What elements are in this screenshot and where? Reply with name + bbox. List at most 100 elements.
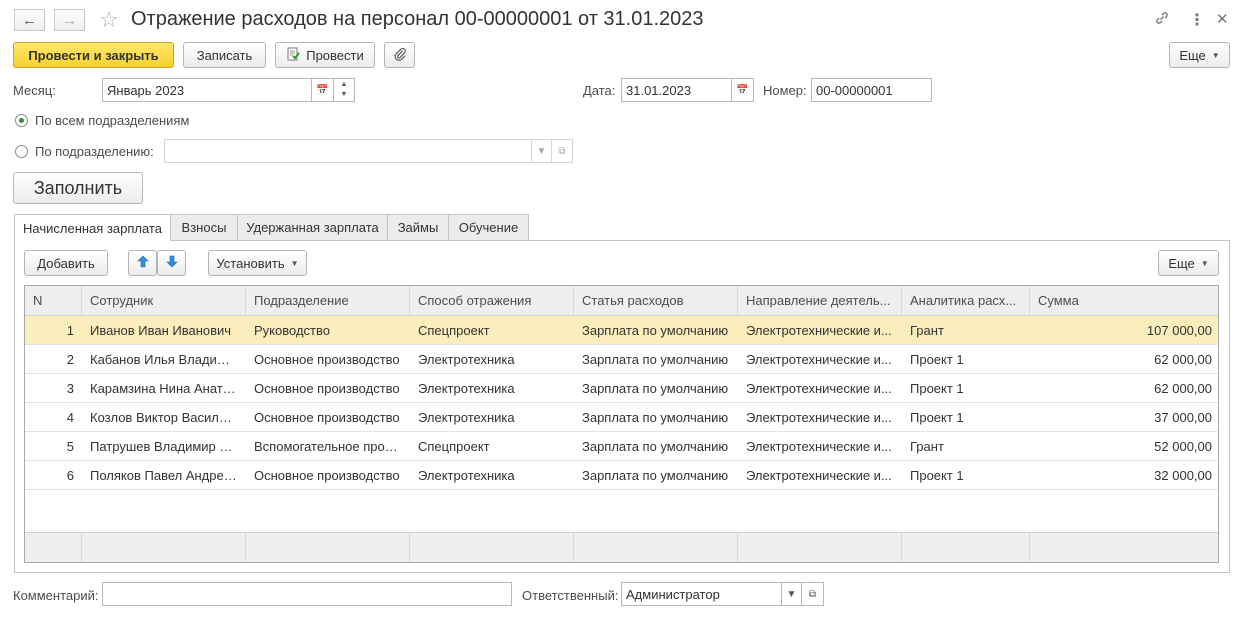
chevron-down-icon: ▼ [786,588,797,600]
cell-employee: Патрушев Владимир Петрович [90,439,246,454]
more-button[interactable]: Еще ▼ [1169,42,1230,68]
arrow-up-icon [136,255,149,271]
arrow-left-icon: ← [22,11,37,29]
forward-button[interactable]: → [54,9,85,31]
cell-amount: 62 000,00 [1154,352,1212,367]
cell-employee: Козлов Виктор Васильевич [90,410,246,425]
tab-accrued-salary[interactable]: Начисленная зарплата [14,214,171,241]
table-row[interactable]: 1 Иванов Иван Иванович Руководство Спецпрое… [25,316,1218,345]
chevron-down-icon: ▼ [536,145,547,157]
cell-reflection-method: Электротехника [418,410,515,425]
chevron-down-icon: ▼ [1211,50,1220,60]
more-button-label: Еще [1179,47,1206,63]
cell-amount: 32 000,00 [1154,468,1212,483]
fill-button[interactable]: Заполнить [13,172,143,204]
column-header-expense-analytics[interactable]: Аналитика расх... [902,286,1030,316]
date-label: Дата: [583,83,616,98]
month-input[interactable]: Январь 2023 [102,78,312,102]
table-row[interactable]: 2 Кабанов Илья Владимирович Основное произ… [25,345,1218,374]
post-button[interactable]: Провести [275,42,375,68]
month-stepper[interactable]: ▲ ▼ [333,78,355,102]
table-row[interactable]: 4 Козлов Виктор Васильевич Основное произв… [25,403,1218,432]
table-row[interactable]: 5 Патрушев Владимир Петрович Вспомогательн… [25,432,1218,461]
cell-department: Вспомогательное производство [254,439,410,454]
cell-reflection-method: Электротехника [418,468,515,483]
department-input[interactable] [164,139,532,163]
cell-department: Основное производство [254,468,400,483]
chevron-up-icon: ▲ [340,81,348,88]
tab-contributions[interactable]: Взносы [170,214,238,240]
cell-expense-analytics: Проект 1 [910,410,964,425]
cell-reflection-method: Спецпроект [418,323,490,338]
department-dropdown-button[interactable]: ▼ [531,139,552,163]
cell-activity-direction: Электротехнические и... [746,323,892,338]
back-button[interactable]: ← [14,9,45,31]
move-up-button[interactable] [128,250,157,276]
column-header-employee[interactable]: Сотрудник [82,286,246,316]
responsible-label: Ответственный: [522,588,619,603]
close-icon[interactable]: ✕ [1216,10,1229,28]
cell-department: Основное производство [254,410,400,425]
responsible-open-button[interactable]: ⧉ [801,582,824,606]
comment-input[interactable] [102,582,512,606]
post-button-label: Провести [306,47,364,63]
table-header: N Сотрудник Подразделение Способ отражен… [25,286,1218,316]
cell-expense-item: Зарплата по умолчанию [582,381,729,396]
radio-by-department[interactable] [15,145,28,158]
tab-training[interactable]: Обучение [448,214,529,240]
cell-employee: Кабанов Илья Владимирович [90,352,246,367]
open-form-icon: ⧉ [808,588,817,600]
cell-expense-item: Зарплата по умолчанию [582,468,729,483]
date-input[interactable]: 31.01.2023 [621,78,732,102]
column-header-n[interactable]: N [25,286,82,316]
radio-by-department-label: По подразделению: [35,144,154,159]
responsible-input[interactable]: Администратор [621,582,782,606]
cell-department: Руководство [254,323,330,338]
set-button-label: Установить [216,255,285,271]
column-header-activity-direction[interactable]: Направление деятель... [738,286,902,316]
column-header-amount[interactable]: Сумма [1030,286,1218,316]
chevron-down-icon: ▼ [1200,258,1209,268]
date-calendar-button[interactable]: 📅 [731,78,754,102]
set-button[interactable]: Установить ▼ [208,250,307,276]
add-row-button[interactable]: Добавить [24,250,108,276]
cell-activity-direction: Электротехнические и... [746,381,892,396]
tab-loans[interactable]: Займы [387,214,449,240]
post-document-icon [286,47,301,64]
cell-activity-direction: Электротехнические и... [746,468,892,483]
tab-withheld-salary[interactable]: Удержанная зарплата [237,214,388,240]
table-row[interactable]: 3 Карамзина Нина Анатольевна Основное прои… [25,374,1218,403]
cell-reflection-method: Электротехника [418,352,515,367]
month-calendar-button[interactable]: 📅 [311,78,334,102]
cell-n: 1 [66,323,74,338]
column-header-department[interactable]: Подразделение [246,286,410,316]
cell-expense-item: Зарплата по умолчанию [582,323,729,338]
cell-expense-analytics: Проект 1 [910,352,964,367]
number-label: Номер: [763,83,807,98]
cell-amount: 62 000,00 [1154,381,1212,396]
cell-amount: 37 000,00 [1154,410,1212,425]
attach-button[interactable] [384,42,415,68]
department-open-button[interactable]: ⧉ [551,139,573,163]
post-and-close-button[interactable]: Провести и закрыть [13,42,174,68]
more-vertical-icon[interactable]: ⋮ [1189,10,1205,30]
responsible-dropdown-button[interactable]: ▼ [781,582,802,606]
number-input[interactable]: 00-00000001 [811,78,932,102]
table-more-button[interactable]: Еще ▼ [1158,250,1219,276]
cell-expense-item: Зарплата по умолчанию [582,439,729,454]
calendar-icon: 📅 [736,84,749,96]
link-icon[interactable] [1154,10,1170,31]
column-header-reflection-method[interactable]: Способ отражения [410,286,574,316]
cell-employee: Карамзина Нина Анатольевна [90,381,246,396]
cell-employee: Поляков Павел Андреевич [90,468,246,483]
save-button[interactable]: Записать [183,42,266,68]
table-row[interactable]: 6 Поляков Павел Андреевич Основное произво… [25,461,1218,490]
column-header-expense-item[interactable]: Статья расходов [574,286,738,316]
move-down-button[interactable] [157,250,186,276]
radio-all-departments[interactable] [15,114,28,127]
cell-activity-direction: Электротехнические и... [746,439,892,454]
cell-expense-item: Зарплата по умолчанию [582,410,729,425]
chevron-down-icon: ▼ [290,258,299,268]
accruals-table: N Сотрудник Подразделение Способ отражен… [24,285,1219,563]
star-icon[interactable]: ☆ [99,7,119,33]
